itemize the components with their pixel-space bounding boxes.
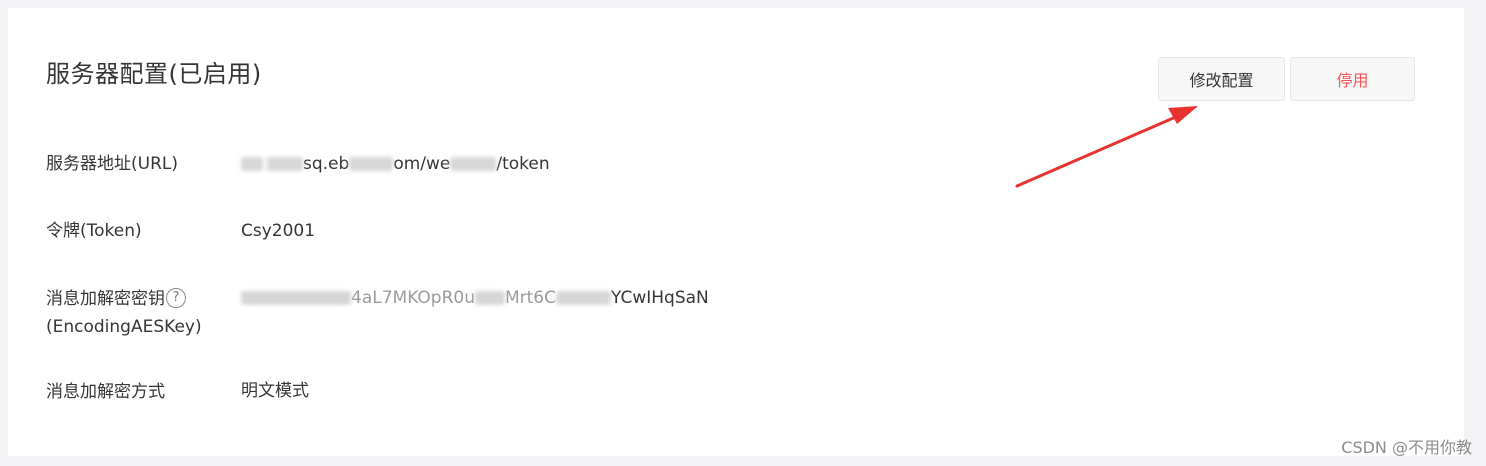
redacted-blur bbox=[474, 291, 505, 305]
redacted-blur bbox=[267, 157, 303, 171]
redacted-blur bbox=[349, 157, 394, 171]
aes-key-label: 消息加解密密钥? (EncodingAESKey) bbox=[46, 288, 202, 337]
encryption-mode-label: 消息加解密方式 bbox=[46, 382, 165, 402]
redacted-blur bbox=[241, 291, 351, 305]
redacted-blur bbox=[450, 157, 497, 171]
disable-button[interactable]: 停用 bbox=[1290, 57, 1415, 101]
redacted-blur bbox=[556, 291, 611, 305]
panel-title: 服务器配置(已启用) bbox=[46, 60, 262, 88]
encryption-mode-value: 明文模式 bbox=[241, 381, 309, 401]
token-value: Csy2001 bbox=[241, 221, 316, 241]
aes-key-value: 4aL7MKOpR0u Mrt6C YCwIHqSaN bbox=[241, 284, 709, 312]
edit-config-button[interactable]: 修改配置 bbox=[1158, 57, 1285, 101]
redacted-blur bbox=[241, 157, 263, 171]
server-config-panel: 服务器配置(已启用) 修改配置 停用 服务器地址(URL) sq.eb om/we… bbox=[8, 8, 1464, 456]
watermark: CSDN @不用你教 bbox=[1341, 438, 1472, 457]
server-url-label: 服务器地址(URL) bbox=[46, 154, 178, 174]
token-label: 令牌(Token) bbox=[46, 221, 142, 241]
help-icon[interactable]: ? bbox=[166, 288, 186, 308]
server-url-value: sq.eb om/we/token bbox=[241, 150, 550, 178]
